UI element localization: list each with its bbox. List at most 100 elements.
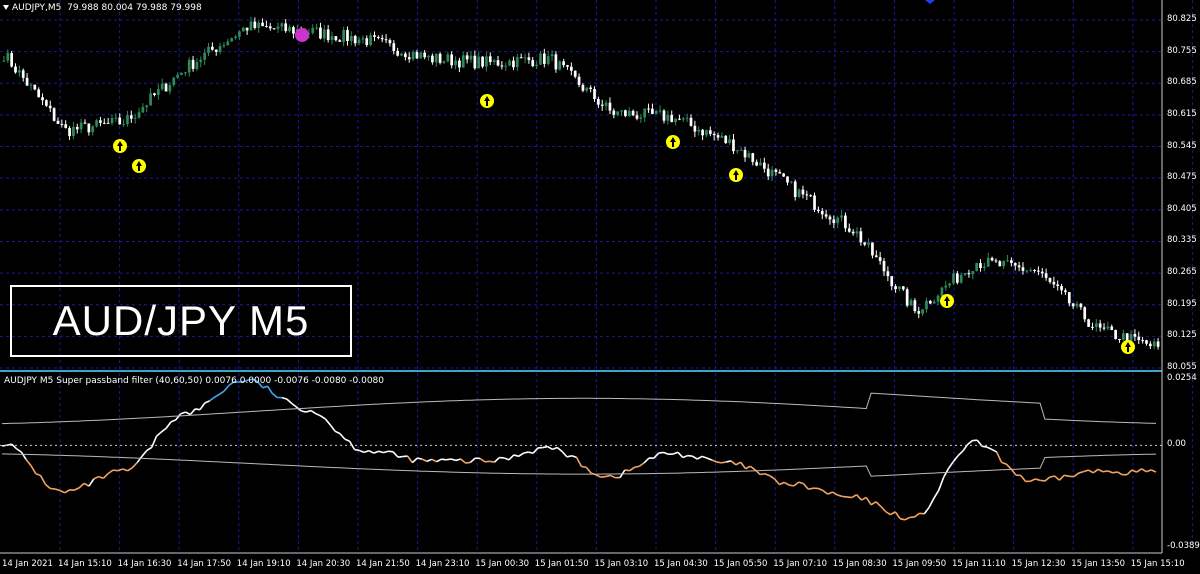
filter-segment bbox=[894, 511, 901, 520]
candle-body bbox=[168, 85, 172, 92]
candle-body bbox=[747, 153, 751, 158]
candle-body bbox=[844, 215, 847, 229]
filter-segment bbox=[995, 451, 1003, 463]
candle-body bbox=[790, 181, 793, 183]
candle-body bbox=[431, 55, 434, 63]
candle-body bbox=[369, 35, 372, 46]
filter-segment bbox=[479, 457, 486, 463]
filter-segment bbox=[638, 462, 645, 467]
filter-segment bbox=[301, 410, 307, 413]
candle-body bbox=[967, 273, 971, 275]
candle-body bbox=[581, 84, 585, 91]
candle-body bbox=[10, 53, 14, 67]
candle-body bbox=[1121, 333, 1125, 340]
candle-body bbox=[608, 102, 612, 111]
down-arrow-icon bbox=[925, 0, 935, 4]
candle-body bbox=[1137, 336, 1141, 341]
time-axis-label: 14 Jan 20:30 bbox=[296, 559, 351, 569]
candle-body bbox=[882, 260, 886, 272]
candle-body bbox=[955, 273, 959, 283]
candle-body bbox=[515, 57, 519, 68]
candle-body bbox=[658, 110, 662, 112]
symbol-dropdown-icon[interactable] bbox=[3, 5, 9, 10]
candle-body bbox=[338, 40, 342, 42]
candle-body bbox=[1152, 341, 1156, 347]
time-axis-label: 15 Jan 07:10 bbox=[773, 559, 828, 569]
candle-body bbox=[458, 60, 461, 68]
candle-body bbox=[353, 36, 357, 44]
filter-segment bbox=[1020, 474, 1027, 482]
filter-segment bbox=[455, 458, 461, 462]
filter-segment bbox=[1136, 468, 1142, 473]
candle-body bbox=[855, 231, 859, 234]
candle-body bbox=[701, 129, 704, 136]
filter-segment bbox=[446, 458, 452, 461]
filter-segment bbox=[489, 460, 495, 463]
candle-body bbox=[705, 130, 708, 136]
filter-segment bbox=[605, 474, 611, 478]
candle-body bbox=[365, 38, 369, 46]
filter-segment bbox=[484, 460, 490, 463]
filter-segment bbox=[136, 455, 143, 464]
filter-segment bbox=[1097, 468, 1104, 473]
candle-body bbox=[160, 83, 164, 90]
filter-segment bbox=[740, 461, 747, 470]
candle-body bbox=[670, 114, 674, 123]
filter-segment bbox=[865, 497, 872, 506]
filter-segment bbox=[122, 468, 128, 472]
candle-body bbox=[716, 135, 720, 138]
filter-segment bbox=[107, 469, 114, 475]
price-axis-label: 80.055 bbox=[1167, 362, 1197, 372]
candle-body bbox=[322, 29, 326, 39]
candle-body bbox=[925, 300, 928, 310]
candle-body bbox=[871, 242, 874, 256]
filter-segment bbox=[991, 448, 998, 453]
filter-segment bbox=[503, 457, 510, 461]
candle-body bbox=[898, 286, 901, 290]
candle-body bbox=[1067, 292, 1071, 304]
candle-body bbox=[975, 263, 979, 271]
candle-body bbox=[1114, 329, 1117, 339]
candle-body bbox=[214, 49, 218, 52]
candle-body bbox=[25, 77, 29, 86]
candle-body bbox=[315, 27, 318, 29]
filter-segment bbox=[16, 448, 22, 453]
candle-body bbox=[1079, 303, 1083, 308]
filter-segment bbox=[98, 475, 104, 480]
time-axis-label: 15 Jan 09:50 bbox=[892, 559, 947, 569]
candle-body bbox=[635, 115, 639, 119]
candle-body bbox=[14, 66, 17, 73]
candle-body bbox=[639, 117, 643, 119]
filter-segment bbox=[982, 445, 988, 448]
filter-segment bbox=[802, 483, 809, 490]
filter-segment bbox=[339, 433, 346, 440]
price-axis-label: 80.615 bbox=[1167, 108, 1197, 119]
candle-body bbox=[782, 173, 786, 177]
candle-body bbox=[558, 61, 562, 70]
filter-segment bbox=[788, 484, 794, 487]
indicator-axis-label: 0.0254 bbox=[1167, 373, 1197, 383]
candle-body bbox=[342, 29, 345, 42]
candle-body bbox=[129, 115, 133, 119]
candle-body bbox=[905, 289, 909, 306]
candle-body bbox=[446, 54, 450, 62]
filter-segment bbox=[431, 458, 437, 463]
filter-segment bbox=[155, 431, 162, 437]
filter-segment bbox=[354, 448, 360, 452]
filter-segment bbox=[1083, 469, 1089, 473]
filter-segment bbox=[460, 458, 467, 464]
filter-segment bbox=[914, 512, 920, 518]
time-axis-label: 15 Jan 12:30 bbox=[1011, 559, 1066, 569]
candle-body bbox=[392, 43, 396, 51]
price-axis-label: 80.195 bbox=[1167, 298, 1197, 309]
candle-body bbox=[126, 115, 129, 125]
candle-body bbox=[319, 27, 322, 39]
candle-body bbox=[944, 285, 948, 288]
marker-icon bbox=[295, 28, 309, 42]
candle-body bbox=[349, 36, 353, 42]
candle-body bbox=[261, 22, 264, 27]
filter-segment bbox=[682, 454, 688, 459]
candle-body bbox=[334, 36, 338, 41]
time-axis-label: 15 Jan 01:50 bbox=[534, 559, 589, 569]
candle-body bbox=[863, 242, 867, 245]
